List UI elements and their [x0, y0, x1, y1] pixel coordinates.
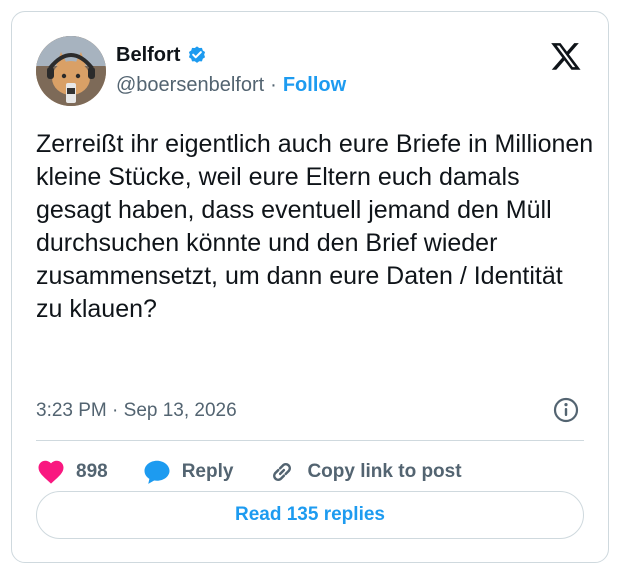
tweet-embed-card: Belfort @boersenbelfort · Follow Zerreiß…: [11, 11, 609, 563]
like-count: 898: [76, 461, 108, 482]
tweet-header: Belfort @boersenbelfort · Follow: [36, 36, 584, 108]
speech-bubble-icon: [142, 457, 172, 487]
x-logo-icon[interactable]: [550, 40, 582, 72]
like-button[interactable]: 898: [36, 457, 108, 487]
reply-label: Reply: [181, 461, 234, 482]
read-replies-button[interactable]: Read 135 replies: [36, 491, 584, 539]
avatar[interactable]: [36, 36, 106, 106]
tweet-text: Zerreißt ihr eigentlich auch eure Briefe…: [36, 130, 594, 323]
verified-badge-icon: [186, 45, 208, 67]
action-bar: 898 Reply Copy link to post: [36, 456, 584, 488]
reply-button[interactable]: Reply: [142, 457, 234, 487]
avatar-image: [36, 36, 106, 106]
info-icon[interactable]: [552, 396, 580, 424]
separator-dot: ·: [270, 74, 277, 96]
follow-link[interactable]: Follow: [283, 74, 346, 97]
copy-link-button[interactable]: Copy link to post: [267, 457, 462, 487]
handle[interactable]: @boersenbelfort: [116, 74, 264, 97]
divider: [36, 440, 584, 441]
heart-icon: [36, 457, 66, 487]
handle-row: @boersenbelfort · Follow: [116, 74, 346, 97]
tweet-meta: 3:23 PM · Sep 13, 2026: [36, 396, 584, 426]
name-row: Belfort: [116, 44, 208, 67]
copy-link-label: Copy link to post: [307, 461, 462, 482]
timestamp[interactable]: 3:23 PM · Sep 13, 2026: [36, 400, 237, 422]
link-icon: [267, 457, 297, 487]
display-name[interactable]: Belfort: [116, 44, 180, 67]
